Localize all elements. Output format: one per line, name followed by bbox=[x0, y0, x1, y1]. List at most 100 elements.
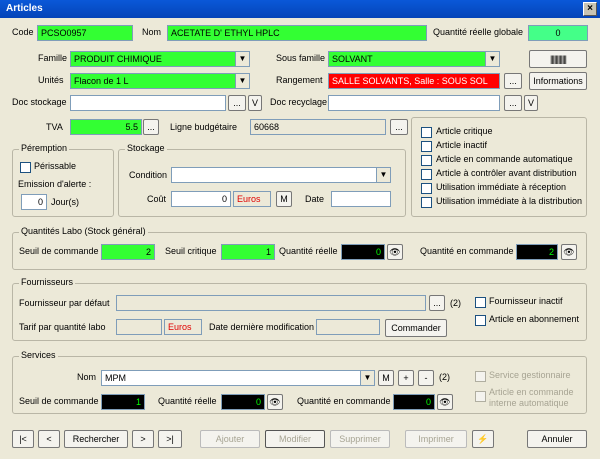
doc-stockage-field[interactable] bbox=[70, 95, 226, 111]
doc-recyclage-field[interactable] bbox=[328, 95, 500, 111]
doc-stockage-view-button[interactable]: V bbox=[248, 95, 262, 111]
famille-select[interactable]: PRODUIT CHIMIQUE ▼ bbox=[70, 51, 250, 67]
doc-recyclage-label: Doc recyclage bbox=[270, 97, 328, 107]
service-gestionnaire-checkbox[interactable] bbox=[475, 371, 486, 382]
service-seuil-label: Seuil de commande bbox=[19, 396, 99, 406]
services-title: Services bbox=[19, 350, 58, 360]
seuil-critique-label: Seuil critique bbox=[165, 246, 217, 256]
ligne-budgetaire-field: 60668 bbox=[250, 119, 386, 135]
service-remove-button[interactable]: - bbox=[418, 370, 434, 386]
barcode-button[interactable]: |||||||||||| bbox=[529, 50, 587, 68]
ligne-budgetaire-browse-button[interactable]: ... bbox=[390, 119, 408, 135]
tarif-currency: Euros bbox=[164, 319, 202, 335]
tarif-label: Tarif par quantité labo bbox=[19, 322, 106, 332]
supprimer-button[interactable]: Supprimer bbox=[330, 430, 390, 448]
jours-field[interactable]: 0 bbox=[21, 194, 47, 210]
code-field[interactable]: PCSO0957 bbox=[37, 25, 133, 41]
stockage-title: Stockage bbox=[125, 143, 167, 153]
fournisseur-defaut-field bbox=[116, 295, 426, 311]
eye-icon[interactable]: 👁 bbox=[267, 394, 283, 410]
commande-auto-checkbox[interactable] bbox=[421, 155, 432, 166]
seuil-critique-field[interactable]: 1 bbox=[221, 244, 275, 260]
modifier-button[interactable]: Modifier bbox=[265, 430, 325, 448]
unites-label: Unités bbox=[38, 75, 64, 85]
unites-select[interactable]: Flacon de 1 L ▼ bbox=[70, 73, 250, 89]
service-add-button[interactable]: + bbox=[398, 370, 414, 386]
fournisseurs-title: Fournisseurs bbox=[19, 277, 76, 287]
lightning-icon[interactable]: ⚡ bbox=[472, 430, 494, 448]
immediate-distribution-checkbox[interactable] bbox=[421, 197, 432, 208]
abonnement-checkbox[interactable] bbox=[475, 315, 486, 326]
chevron-down-icon[interactable]: ▼ bbox=[485, 52, 499, 66]
fournisseur-count: (2) bbox=[450, 298, 461, 308]
doc-recyclage-browse-button[interactable]: ... bbox=[504, 95, 522, 111]
eye-icon[interactable]: 👁 bbox=[561, 244, 577, 260]
nom-label: Nom bbox=[142, 27, 162, 37]
service-commande-label: Quantité en commande bbox=[297, 396, 391, 406]
service-seuil-field[interactable]: 1 bbox=[101, 394, 145, 410]
chevron-down-icon[interactable]: ▼ bbox=[235, 52, 249, 66]
fournisseur-inactif-checkbox[interactable] bbox=[475, 297, 486, 308]
chevron-down-icon[interactable]: ▼ bbox=[235, 74, 249, 88]
search-button[interactable]: Rechercher bbox=[64, 430, 128, 448]
first-button[interactable]: |< bbox=[12, 430, 34, 448]
imprimer-button[interactable]: Imprimer bbox=[405, 430, 467, 448]
inactif-checkbox[interactable] bbox=[421, 141, 432, 152]
fournisseur-defaut-label: Fournisseur par défaut bbox=[19, 298, 110, 308]
flag-label: Article à contrôler avant distribution bbox=[436, 168, 577, 178]
sous-famille-select[interactable]: SOLVANT ▼ bbox=[328, 51, 500, 67]
chevron-down-icon[interactable]: ▼ bbox=[360, 371, 374, 385]
date-field[interactable] bbox=[331, 191, 391, 207]
nom-field[interactable]: ACETATE D' ETHYL HPLC bbox=[167, 25, 427, 41]
service-reelle-label: Quantité réelle bbox=[158, 396, 217, 406]
cout-label: Coût bbox=[147, 194, 167, 204]
tva-browse-button[interactable]: ... bbox=[143, 119, 159, 135]
chevron-down-icon[interactable]: ▼ bbox=[376, 168, 390, 182]
window-title: Articles bbox=[6, 3, 43, 14]
condition-select[interactable]: ▼ bbox=[171, 167, 391, 183]
service-reelle-field: 0 bbox=[221, 394, 265, 410]
flag-label: Article inactif bbox=[436, 140, 488, 150]
unites-value: Flacon de 1 L bbox=[74, 76, 129, 86]
perissable-checkbox[interactable] bbox=[20, 162, 31, 173]
critique-checkbox[interactable] bbox=[421, 127, 432, 138]
qte-commande-field: 2 bbox=[516, 244, 558, 260]
last-button[interactable]: >| bbox=[158, 430, 182, 448]
next-button[interactable]: > bbox=[132, 430, 154, 448]
qte-globale-label: Quantité réelle globale bbox=[433, 27, 524, 37]
tva-field[interactable]: 5.5 bbox=[70, 119, 142, 135]
famille-value: PRODUIT CHIMIQUE bbox=[74, 54, 162, 64]
informations-button[interactable]: Informations bbox=[529, 72, 587, 90]
ajouter-button[interactable]: Ajouter bbox=[200, 430, 260, 448]
flags-group: Article critique Article inactif Article… bbox=[411, 117, 587, 217]
cout-field[interactable]: 0 bbox=[171, 191, 231, 207]
close-button[interactable]: × bbox=[583, 2, 597, 16]
seuil-commande-field[interactable]: 2 bbox=[101, 244, 155, 260]
prev-button[interactable]: < bbox=[38, 430, 60, 448]
fournisseur-browse-button[interactable]: ... bbox=[429, 295, 445, 311]
eye-icon[interactable]: 👁 bbox=[387, 244, 403, 260]
cout-m-button[interactable]: M bbox=[276, 191, 292, 207]
qte-globale-field: 0 bbox=[528, 25, 588, 41]
code-label: Code bbox=[12, 27, 34, 37]
commande-interne-label-2: interne automatique bbox=[489, 398, 569, 408]
commander-button[interactable]: Commander bbox=[385, 319, 447, 337]
emission-label: Emission d'alerte : bbox=[18, 179, 92, 189]
doc-recyclage-view-button[interactable]: V bbox=[524, 95, 538, 111]
eye-icon[interactable]: 👁 bbox=[437, 394, 453, 410]
rangement-browse-button[interactable]: ... bbox=[504, 73, 522, 89]
stockage-group: Stockage Condition ▼ Coût 0 Euros M Date bbox=[118, 143, 406, 217]
condition-label: Condition bbox=[129, 170, 168, 180]
annuler-button[interactable]: Annuler bbox=[527, 430, 587, 448]
fournisseur-inactif-label: Fournisseur inactif bbox=[489, 296, 563, 306]
peremption-group: Péremption Périssable Emission d'alerte … bbox=[12, 143, 114, 217]
flag-label: Article en commande automatique bbox=[436, 154, 573, 164]
commande-interne-checkbox[interactable] bbox=[475, 391, 486, 402]
doc-stockage-browse-button[interactable]: ... bbox=[228, 95, 246, 111]
service-m-button[interactable]: M bbox=[378, 370, 394, 386]
controler-checkbox[interactable] bbox=[421, 169, 432, 180]
immediate-reception-checkbox[interactable] bbox=[421, 183, 432, 194]
service-nom-select[interactable]: MPM ▼ bbox=[101, 370, 375, 386]
flag-label: Utilisation immédiate à la distribution bbox=[436, 196, 583, 206]
jours-label: Jour(s) bbox=[51, 197, 80, 207]
